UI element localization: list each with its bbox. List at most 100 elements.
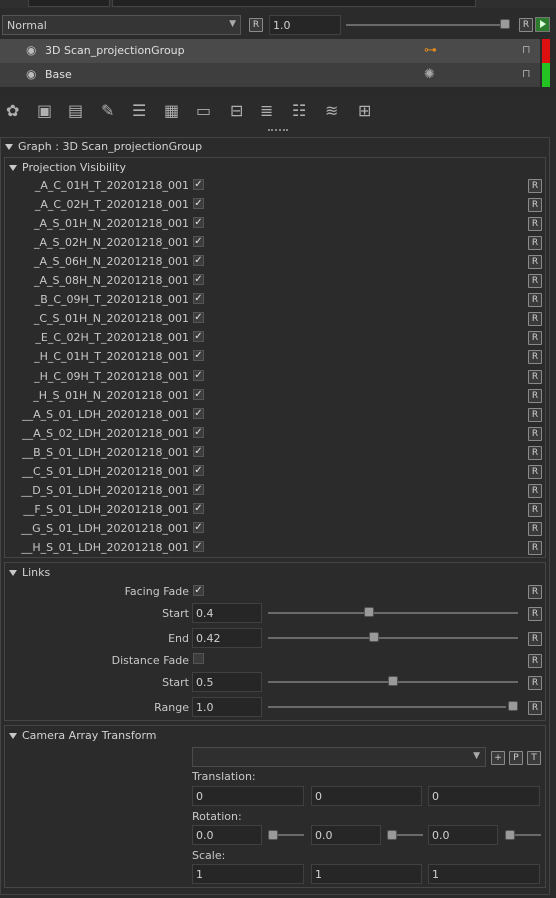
- projection-item-reset-button[interactable]: R: [528, 503, 542, 517]
- projection-item-reset-button[interactable]: R: [528, 446, 542, 460]
- add-fill-icon[interactable]: ▤: [68, 101, 83, 120]
- rotation-x-field[interactable]: 0.0: [192, 825, 262, 845]
- camera-preset-select[interactable]: ▼: [192, 747, 486, 767]
- start-field[interactable]: 0.4: [192, 603, 262, 623]
- projection-item-reset-button[interactable]: R: [528, 274, 542, 288]
- list-icon[interactable]: ≣: [260, 101, 273, 120]
- add-material-icon[interactable]: ✿: [6, 101, 19, 120]
- projection-item-reset-button[interactable]: R: [528, 312, 542, 326]
- projection-item-checkbox[interactable]: ✓: [193, 350, 204, 361]
- facing-fade-checkbox[interactable]: ✓: [193, 585, 204, 596]
- rotation-y-slider-track[interactable]: [397, 834, 423, 836]
- projection-item-checkbox[interactable]: ✓: [193, 503, 204, 514]
- projection-item-checkbox[interactable]: ✓: [193, 274, 204, 285]
- range-slider-knob[interactable]: [508, 701, 518, 711]
- rotation-z-field[interactable]: 0.0: [428, 825, 498, 845]
- splitter-handle[interactable]: [268, 129, 288, 134]
- projection-item-checkbox[interactable]: ✓: [193, 541, 204, 552]
- translation-x-field[interactable]: 0: [192, 786, 304, 806]
- projection-item-checkbox[interactable]: ✓: [193, 236, 204, 247]
- translation-y-field[interactable]: 0: [311, 786, 422, 806]
- end-slider-knob[interactable]: [369, 632, 379, 642]
- paste-button[interactable]: P: [509, 751, 523, 765]
- transform-button[interactable]: T: [527, 751, 541, 765]
- projection-item-checkbox[interactable]: ✓: [193, 179, 204, 190]
- name-field-partial[interactable]: [28, 0, 110, 7]
- projection-item-reset-button[interactable]: R: [528, 427, 542, 441]
- projection-item-reset-button[interactable]: R: [528, 255, 542, 269]
- projection-item-reset-button[interactable]: R: [528, 293, 542, 307]
- projection-item-checkbox[interactable]: ✓: [193, 522, 204, 533]
- facing-fade-reset-button[interactable]: R: [528, 585, 542, 599]
- range-slider-track[interactable]: [268, 706, 506, 708]
- end-slider-track[interactable]: [268, 637, 518, 639]
- scale-z-field[interactable]: 1: [428, 864, 540, 884]
- lock-icon[interactable]: ⊓: [522, 43, 531, 56]
- scale-x-field[interactable]: 1: [192, 864, 304, 884]
- opacity-reset-button[interactable]: R: [249, 18, 263, 32]
- projection-item-reset-button[interactable]: R: [528, 331, 542, 345]
- projection-item-reset-button[interactable]: R: [528, 484, 542, 498]
- opacity-field[interactable]: 1.0: [269, 15, 341, 35]
- projection-item-reset-button[interactable]: R: [528, 465, 542, 479]
- range-reset-button[interactable]: R: [528, 701, 542, 715]
- range-field[interactable]: 1.0: [192, 697, 262, 717]
- opacity-slider-knob[interactable]: [500, 19, 510, 29]
- rotation-y-field[interactable]: 0.0: [311, 825, 381, 845]
- start-slider-knob[interactable]: [364, 607, 374, 617]
- collapse-triangle-icon[interactable]: [9, 733, 17, 739]
- collapse-triangle-icon[interactable]: [5, 144, 13, 150]
- add-stack-icon[interactable]: ≋: [325, 101, 338, 120]
- projection-item-reset-button[interactable]: R: [528, 408, 542, 422]
- rotation-x-slider-track[interactable]: [278, 834, 304, 836]
- path-field-partial[interactable]: [112, 0, 476, 7]
- add-preset-button[interactable]: +: [491, 751, 505, 765]
- start-reset-button[interactable]: R: [528, 607, 542, 621]
- eye-icon[interactable]: ◉: [26, 43, 36, 57]
- projection-item-checkbox[interactable]: ✓: [193, 408, 204, 419]
- links-title[interactable]: Links: [9, 566, 50, 579]
- rotation-z-slider-knob[interactable]: [505, 830, 515, 840]
- projection-title[interactable]: Projection Visibility: [9, 161, 126, 174]
- add-folder-icon[interactable]: ▭: [196, 101, 211, 120]
- add-list-icon[interactable]: ☰: [132, 101, 146, 120]
- start2-reset-button[interactable]: R: [528, 676, 542, 690]
- camera-title[interactable]: Camera Array Transform: [9, 729, 157, 742]
- graph-title[interactable]: Graph : 3D Scan_projectionGroup: [5, 140, 202, 153]
- projection-item-reset-button[interactable]: R: [528, 350, 542, 364]
- end-field[interactable]: 0.42: [192, 628, 262, 648]
- rotation-z-slider-track[interactable]: [515, 834, 541, 836]
- add-brush-icon[interactable]: ✎: [101, 101, 114, 120]
- projection-item-reset-button[interactable]: R: [528, 541, 542, 555]
- distance-fade-checkbox[interactable]: [193, 653, 204, 664]
- translation-z-field[interactable]: 0: [428, 786, 540, 806]
- projection-item-checkbox[interactable]: ✓: [193, 427, 204, 438]
- projection-item-reset-button[interactable]: R: [528, 217, 542, 231]
- projection-item-reset-button[interactable]: R: [528, 179, 542, 193]
- layer-row[interactable]: ◉ 3D Scan_projectionGroup ⊶ ⊓: [0, 39, 540, 63]
- rotation-y-slider-knob[interactable]: [387, 830, 397, 840]
- distance-fade-reset-button[interactable]: R: [528, 654, 542, 668]
- collapse-triangle-icon[interactable]: [9, 165, 17, 171]
- projection-item-checkbox[interactable]: ✓: [193, 312, 204, 323]
- align-icon[interactable]: ⊟: [230, 101, 243, 120]
- start-slider-track[interactable]: [268, 612, 518, 614]
- layer-row[interactable]: ◉ Base ✺ ⊓: [0, 63, 540, 87]
- projection-item-checkbox[interactable]: ✓: [193, 370, 204, 381]
- projection-item-reset-button[interactable]: R: [528, 389, 542, 403]
- start2-field[interactable]: 0.5: [192, 672, 262, 692]
- projection-item-reset-button[interactable]: R: [528, 198, 542, 212]
- projection-item-checkbox[interactable]: ✓: [193, 446, 204, 457]
- opacity-slider-track[interactable]: [346, 24, 500, 26]
- grid-icon[interactable]: ⊞: [358, 101, 371, 120]
- projection-item-checkbox[interactable]: ✓: [193, 198, 204, 209]
- end-reset-button[interactable]: R: [528, 632, 542, 646]
- projection-item-checkbox[interactable]: ✓: [193, 465, 204, 476]
- projection-item-reset-button[interactable]: R: [528, 370, 542, 384]
- projection-item-checkbox[interactable]: ✓: [193, 331, 204, 342]
- add-image-icon[interactable]: ▣: [37, 101, 52, 120]
- layer-reset-button[interactable]: R: [519, 18, 533, 32]
- projection-item-checkbox[interactable]: ✓: [193, 293, 204, 304]
- projection-item-checkbox[interactable]: ✓: [193, 389, 204, 400]
- rotation-x-slider-knob[interactable]: [268, 830, 278, 840]
